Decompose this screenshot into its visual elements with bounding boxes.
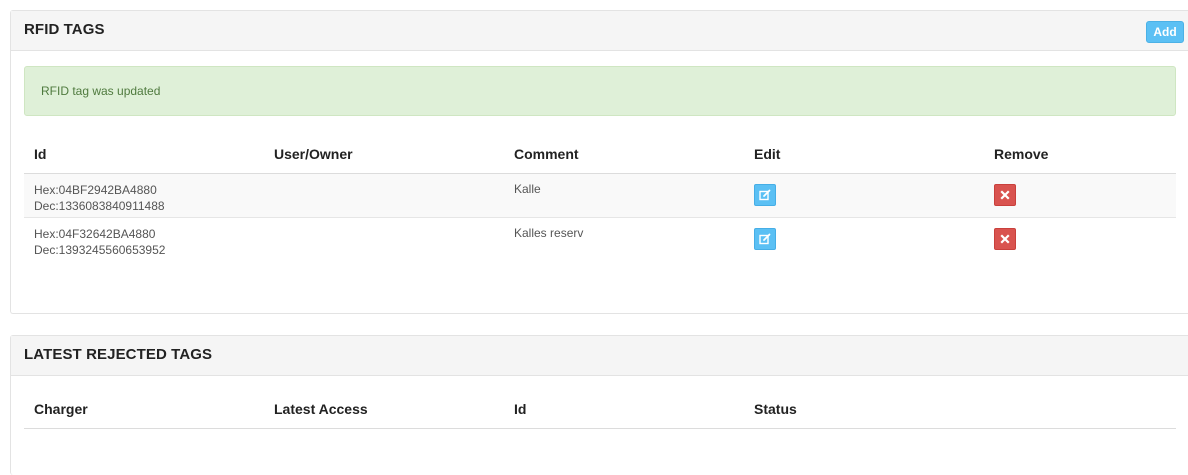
edit-button[interactable] <box>754 184 776 206</box>
column-header-id: Id <box>504 390 744 429</box>
close-icon <box>1000 234 1010 244</box>
tag-comment: Kalle <box>504 173 744 218</box>
rfid-tags-table: Id User/Owner Comment Edit Remove Hex:04… <box>24 135 1176 262</box>
column-header-status: Status <box>744 390 984 429</box>
tag-dec: Dec:1336083840911488 <box>34 199 165 213</box>
rfid-tags-panel: RFID TAGS Add RFID tag was updated Id Us… <box>10 10 1188 314</box>
column-header-spacer <box>984 390 1176 429</box>
tag-hex: Hex:04F32642BA4880 <box>34 227 156 241</box>
rejected-tags-panel: LATEST REJECTED TAGS Charger Latest Acce… <box>10 335 1188 475</box>
tag-id-cell: Hex:04BF2942BA4880 Dec:1336083840911488 <box>24 173 264 218</box>
rfid-tags-title: RFID TAGS <box>24 21 105 38</box>
success-alert: RFID tag was updated <box>24 66 1176 116</box>
column-header-remove: Remove <box>984 135 1176 174</box>
tag-id-cell: Hex:04F32642BA4880 Dec:1393245560653952 <box>24 217 264 262</box>
column-header-latest-access: Latest Access <box>264 390 504 429</box>
rejected-tags-table: Charger Latest Access Id Status <box>24 390 1176 429</box>
tag-comment: Kalles reserv <box>504 217 744 262</box>
close-icon <box>1000 190 1010 200</box>
edit-cell <box>744 217 984 262</box>
table-header-row: Id User/Owner Comment Edit Remove <box>24 135 1176 174</box>
rejected-tags-header: LATEST REJECTED TAGS <box>11 336 1188 376</box>
remove-button[interactable] <box>994 184 1016 206</box>
remove-cell <box>984 217 1176 262</box>
add-button[interactable]: Add <box>1146 21 1184 43</box>
tag-dec: Dec:1393245560653952 <box>34 243 166 257</box>
table-row: Hex:04BF2942BA4880 Dec:1336083840911488 … <box>24 173 1176 218</box>
edit-icon <box>759 233 771 245</box>
rfid-tags-header: RFID TAGS Add <box>11 11 1188 51</box>
rejected-tags-title: LATEST REJECTED TAGS <box>24 346 213 363</box>
column-header-edit: Edit <box>744 135 984 174</box>
table-row: Hex:04F32642BA4880 Dec:1393245560653952 … <box>24 217 1176 262</box>
table-header-row: Charger Latest Access Id Status <box>24 390 1176 429</box>
tag-owner <box>264 173 504 218</box>
column-header-user-owner: User/Owner <box>264 135 504 174</box>
column-header-id: Id <box>24 135 264 174</box>
edit-cell <box>744 173 984 218</box>
remove-button[interactable] <box>994 228 1016 250</box>
tag-hex: Hex:04BF2942BA4880 <box>34 183 157 197</box>
column-header-charger: Charger <box>24 390 264 429</box>
column-header-comment: Comment <box>504 135 744 174</box>
edit-icon <box>759 189 771 201</box>
remove-cell <box>984 173 1176 218</box>
edit-button[interactable] <box>754 228 776 250</box>
tag-owner <box>264 217 504 262</box>
